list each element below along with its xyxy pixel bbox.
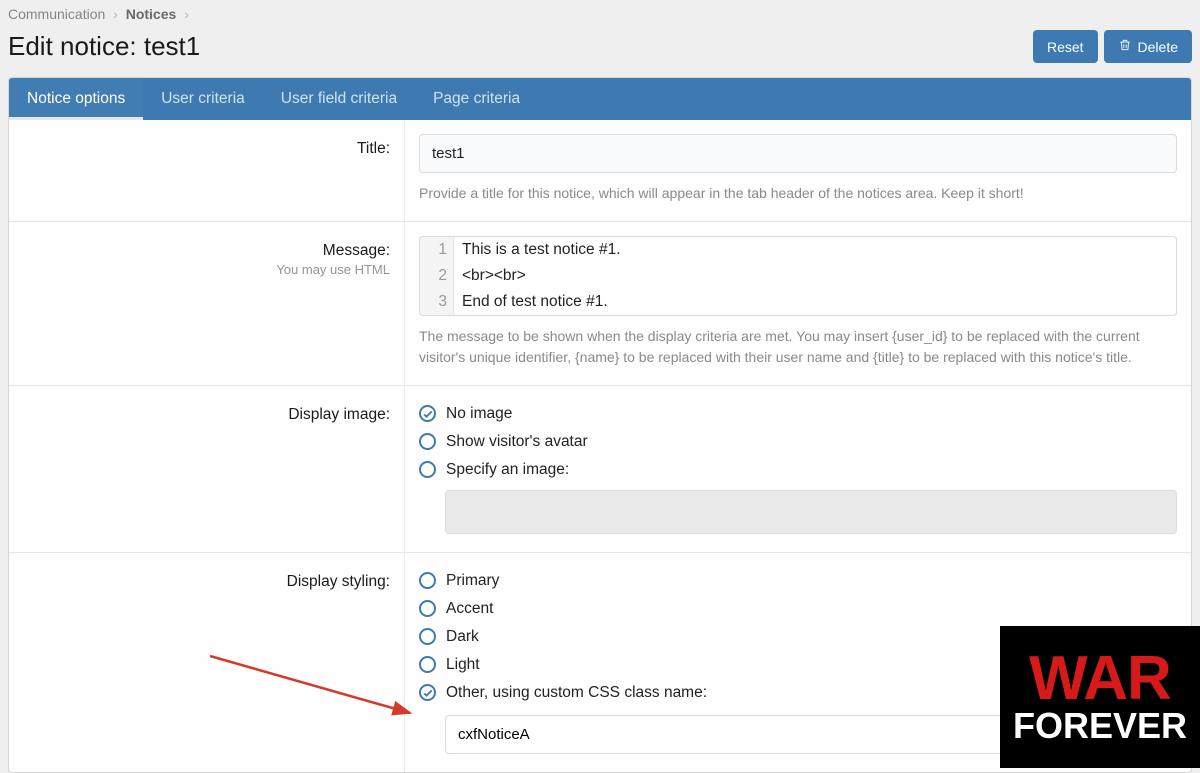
radio-icon <box>419 433 436 450</box>
radio-icon <box>419 461 436 478</box>
logo-line1: WAR <box>1029 650 1171 707</box>
radio-primary[interactable]: Primary <box>419 567 1177 595</box>
radio-label: Other, using custom CSS class name: <box>446 684 707 702</box>
radio-label: Dark <box>446 628 479 646</box>
tab-user-field-criteria[interactable]: User field criteria <box>263 78 415 120</box>
radio-accent[interactable]: Accent <box>419 595 1177 623</box>
code-line: End of test notice #1. <box>454 289 616 315</box>
image-path-input-disabled <box>445 490 1177 534</box>
tab-user-criteria[interactable]: User criteria <box>143 78 263 120</box>
page-title: Edit notice: test1 <box>8 31 200 62</box>
logo-line2: FOREVER <box>1013 708 1187 744</box>
line-number: 3 <box>420 289 454 315</box>
message-editor[interactable]: 1 This is a test notice #1. 2 <br><br> 3… <box>419 236 1177 316</box>
radio-icon <box>419 572 436 589</box>
display-image-label: Display image: <box>23 406 390 424</box>
breadcrumb: Communication › Notices › <box>8 0 1192 28</box>
display-styling-label: Display styling: <box>23 573 390 591</box>
radio-icon <box>419 628 436 645</box>
radio-label: Light <box>446 656 480 674</box>
line-number: 1 <box>420 237 454 263</box>
radio-checked-icon <box>419 405 436 422</box>
code-line: This is a test notice #1. <box>454 237 629 263</box>
chevron-right-icon: › <box>109 6 122 22</box>
title-label: Title: <box>23 140 390 158</box>
reset-button[interactable]: Reset <box>1033 30 1098 63</box>
radio-no-image[interactable]: No image <box>419 400 1177 428</box>
delete-button[interactable]: Delete <box>1104 30 1192 63</box>
breadcrumb-parent[interactable]: Communication <box>8 6 105 22</box>
radio-label: No image <box>446 405 512 423</box>
message-label: Message: <box>23 242 390 260</box>
title-help: Provide a title for this notice, which w… <box>419 183 1177 203</box>
tab-notice-options[interactable]: Notice options <box>9 78 143 120</box>
radio-icon <box>419 656 436 673</box>
radio-label: Specify an image: <box>446 461 569 479</box>
message-help: The message to be shown when the display… <box>419 326 1177 367</box>
trash-icon <box>1118 38 1132 55</box>
tab-bar: Notice options User criteria User field … <box>9 78 1191 120</box>
radio-label: Primary <box>446 572 499 590</box>
radio-avatar[interactable]: Show visitor's avatar <box>419 428 1177 456</box>
logo-watermark: WAR FOREVER <box>1000 626 1200 768</box>
title-input[interactable] <box>419 134 1177 173</box>
tab-page-criteria[interactable]: Page criteria <box>415 78 538 120</box>
radio-specify-image[interactable]: Specify an image: <box>419 456 1177 484</box>
radio-checked-icon <box>419 684 436 701</box>
radio-label: Show visitor's avatar <box>446 433 588 451</box>
chevron-right-icon: › <box>180 6 193 22</box>
message-sublabel: You may use HTML <box>23 262 390 277</box>
code-line: <br><br> <box>454 263 534 289</box>
radio-label: Accent <box>446 600 493 618</box>
radio-icon <box>419 600 436 617</box>
breadcrumb-current[interactable]: Notices <box>126 6 177 22</box>
delete-button-label: Delete <box>1138 39 1178 55</box>
line-number: 2 <box>420 263 454 289</box>
